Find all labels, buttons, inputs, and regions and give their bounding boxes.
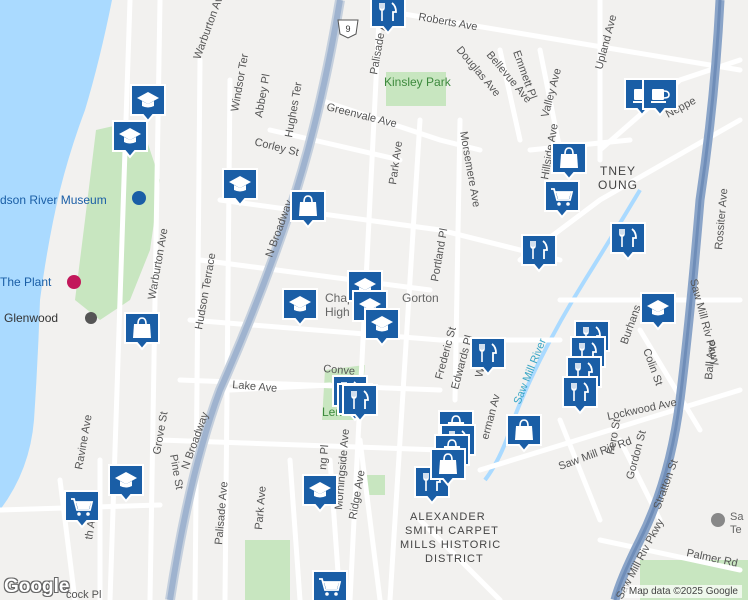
map-pin-restaurant[interactable] [610,222,646,261]
glenwood-station-icon [85,312,97,324]
map-canvas[interactable]: 9 Warburton Ave Roberts Ave Palisade Ave… [0,0,748,600]
poi-label: Gorton [402,291,439,305]
map-pin-school[interactable] [640,292,676,331]
school-poi-icon [711,513,725,527]
map-pin-shopping-bag[interactable] [430,448,466,487]
street-label: cock Pl [66,589,101,600]
district-label: SMITH CARPET [405,525,499,537]
map-pin-school[interactable] [364,308,400,347]
map-pin-restaurant[interactable] [342,384,378,423]
street-label: ng Pl [317,444,331,470]
attribution[interactable]: Map data ©2025 Google [624,585,742,598]
map-pin-school[interactable] [112,120,148,159]
map-pin-shopping-cart[interactable] [64,490,100,529]
park-south [245,540,290,600]
map-pin-shopping-bag[interactable] [290,190,326,229]
poi-label: The Plant [0,275,52,289]
map-pin-cafe[interactable] [642,78,678,117]
map-pin-shopping-bag[interactable] [506,414,542,453]
map-pin-shopping-bag[interactable] [124,312,160,351]
district-label: MILLS HISTORIC [400,539,501,551]
map-pin-restaurant[interactable] [521,234,557,273]
map-pin-school[interactable] [302,474,338,513]
poi-label: dson River Museum [0,193,107,207]
map-pin-restaurant[interactable] [562,376,598,415]
map-pin-school[interactable] [130,84,166,123]
museum-poi-icon [132,191,146,205]
map-pin-shopping-cart[interactable] [544,180,580,219]
map-pin-shopping-bag[interactable] [551,142,587,181]
district-label: OUNG [598,178,638,192]
district-label: TNEY [600,164,636,178]
poi-label: Sa [730,511,744,523]
district-label: ALEXANDER [410,511,486,523]
map-pin-school[interactable] [108,464,144,503]
place-label: Glenwood [4,311,58,325]
poi-label: Te [730,524,742,536]
district-label: DISTRICT [425,553,484,565]
google-logo: Google [4,576,70,597]
svg-text:9: 9 [345,24,350,34]
park-label: Kinsley Park [384,75,452,89]
map-pin-restaurant[interactable] [470,337,506,376]
map-pin-shopping-cart[interactable] [312,570,348,600]
map-pin-school[interactable] [282,288,318,327]
poi-label: High [325,305,350,319]
map-pin-school[interactable] [222,168,258,207]
the-plant-poi-icon [67,275,81,289]
